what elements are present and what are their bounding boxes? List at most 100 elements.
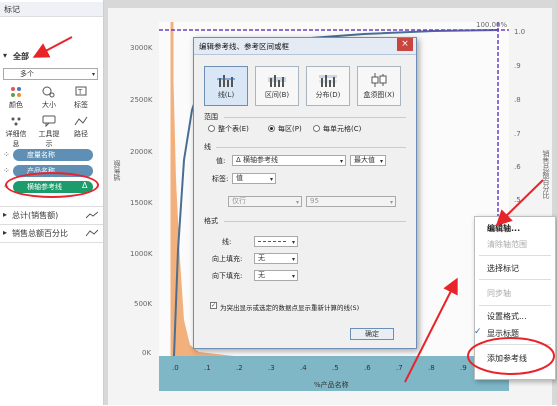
line-section-label: 线	[204, 143, 211, 151]
line-chart-icon	[86, 229, 98, 237]
tag-value: 值	[236, 174, 243, 182]
path-icon	[74, 116, 88, 126]
tooltip-button[interactable]: 工具提示	[36, 115, 62, 149]
x-tick: .6	[364, 364, 371, 372]
menu-separator	[479, 255, 551, 256]
area-chart-icon	[86, 211, 98, 219]
recalc-checkbox-label: 为突出显示或选定的数据点显示重新计算的线(S)	[220, 304, 360, 312]
chevron-down-icon: ▾	[91, 71, 95, 78]
panel-empty	[0, 242, 103, 406]
fill-above-select[interactable]: 无 ▾	[254, 253, 298, 264]
scope-pane-radio[interactable]	[268, 125, 275, 132]
x-tick: .3	[268, 364, 275, 372]
boxplot-type-icon	[371, 73, 387, 87]
menu-edit-axis[interactable]: 编辑轴...	[475, 223, 555, 234]
value-agg-select[interactable]: 最大值 ▾	[350, 155, 386, 166]
color-label: 颜色	[9, 101, 23, 109]
format-section-label: 格式	[204, 217, 218, 225]
menu-add-reference-line[interactable]: 添加参考线	[475, 353, 555, 364]
scope-label: 范围	[204, 113, 218, 121]
format-separator	[224, 221, 406, 222]
axis-context-menu: 编辑轴... 清除轴范围 选择标记 同步轴 设置格式... ✓ 显示标题 添加参…	[474, 216, 556, 380]
scope-cell-label: 每单元格(C)	[323, 125, 362, 133]
label-button[interactable]: T 标签	[68, 86, 94, 110]
ok-button[interactable]: 确定	[350, 328, 394, 340]
size-icon	[42, 86, 55, 98]
chevron-down-icon: ▾	[379, 158, 383, 165]
type-band-label: 区间(B)	[264, 91, 290, 99]
disabled-select-right: 95 ▾	[306, 196, 396, 207]
scope-cell-radio[interactable]	[313, 125, 320, 132]
tooltip-icon	[42, 115, 56, 127]
menu-show-title[interactable]: 显示标题	[475, 328, 555, 339]
menu-separator	[479, 305, 551, 306]
x-tick: .8	[428, 364, 435, 372]
detail-dots-icon: ⁘	[3, 166, 10, 175]
type-line-label: 线(L)	[217, 91, 235, 99]
x-tick: .5	[332, 364, 339, 372]
menu-select-marks[interactable]: 选择标记	[475, 263, 555, 274]
distribution-type-icon	[319, 75, 337, 87]
measure-pct-label: 销售总额百分比	[12, 229, 68, 238]
size-button[interactable]: 大小	[36, 86, 62, 110]
annotation-ellipse-left	[5, 172, 99, 198]
chevron-down-icon: ▾	[291, 256, 295, 263]
dashed-line-swatch	[258, 241, 286, 242]
type-boxplot-label: 盒须图(X)	[363, 91, 395, 99]
x-tick: .0	[172, 364, 179, 372]
fill-below-value: 无	[258, 271, 265, 279]
measure-row-pct[interactable]: ▸ 销售总额百分比	[0, 224, 103, 239]
type-distribution-button[interactable]: 分布(D)	[306, 66, 350, 106]
x-tick: .2	[236, 364, 243, 372]
expand-icon-2: ▸	[3, 210, 8, 219]
color-button[interactable]: 颜色	[3, 86, 29, 110]
value-field-select[interactable]: Δ 横轴参考线 ▾	[232, 155, 346, 166]
marks-section-label: 标记	[4, 5, 20, 14]
menu-clear-axis-range: 清除轴范围	[487, 240, 527, 249]
band-type-icon	[268, 75, 286, 87]
marks-all-label: 全部	[13, 52, 29, 61]
value-field-text: Δ 横轴参考线	[236, 156, 279, 164]
label-label: 标签	[74, 101, 88, 109]
close-icon[interactable]: ×	[397, 38, 413, 51]
ref-line-label: 100.00%	[476, 21, 508, 29]
chevron-down-icon: ▾	[291, 239, 295, 246]
value-agg-text: 最大值	[354, 156, 375, 164]
path-button[interactable]: 路径	[68, 115, 94, 139]
recalc-checkbox[interactable]: ✓	[210, 302, 217, 309]
label-icon: T	[75, 86, 87, 96]
size-label: 大小	[42, 101, 56, 109]
path-label: 路径	[74, 130, 88, 138]
fill-above-value: 无	[258, 254, 265, 262]
dialog-title: 编辑参考线、参考区间或框	[199, 42, 289, 51]
type-distribution-label: 分布(D)	[315, 91, 341, 99]
type-line-button[interactable]: 线(L)	[204, 66, 248, 106]
marks-header: 标记	[0, 2, 103, 17]
pill-measure-names[interactable]: 度量名称	[13, 149, 93, 161]
x-tick: .9	[460, 364, 467, 372]
detail-label: 详细信息	[5, 130, 27, 148]
menu-separator	[479, 279, 551, 280]
color-dots-icon: ⁘	[3, 150, 10, 159]
line-style-select[interactable]: ▾	[254, 236, 298, 247]
tag-select[interactable]: 值 ▾	[232, 173, 276, 184]
marks-all-row[interactable]: ▾ 全部	[0, 50, 103, 64]
menu-separator	[479, 344, 551, 345]
edit-refline-dialog: 编辑参考线、参考区间或框 × 线(L) 区间(B) 分布(D) 盒须图(X) 范…	[193, 37, 417, 349]
detail-icon	[11, 117, 21, 126]
expand-icon: ▾	[3, 51, 8, 60]
type-band-button[interactable]: 区间(B)	[255, 66, 299, 106]
marks-panel: 标记 ▾ 全部 多个 ▾ 颜色 大小 T 标签 详细信息 工具提示 路径 ⁘ 度…	[0, 0, 104, 406]
scope-separator	[224, 117, 406, 118]
type-boxplot-button[interactable]: 盒须图(X)	[357, 66, 401, 106]
dialog-title-bar[interactable]: 编辑参考线、参考区间或框 ×	[194, 38, 416, 55]
measure-row-total[interactable]: ▸ 总计(销售额)	[0, 206, 103, 221]
fill-above-label: 向上填充:	[212, 255, 243, 263]
fill-below-select[interactable]: 无 ▾	[254, 270, 298, 281]
mark-type-select[interactable]: 多个 ▾	[3, 68, 98, 80]
chevron-down-icon: ▾	[389, 199, 393, 206]
menu-format[interactable]: 设置格式...	[475, 311, 555, 322]
detail-button[interactable]: 详细信息	[3, 115, 29, 149]
scope-table-radio[interactable]	[208, 125, 215, 132]
x-tick: .1	[204, 364, 211, 372]
